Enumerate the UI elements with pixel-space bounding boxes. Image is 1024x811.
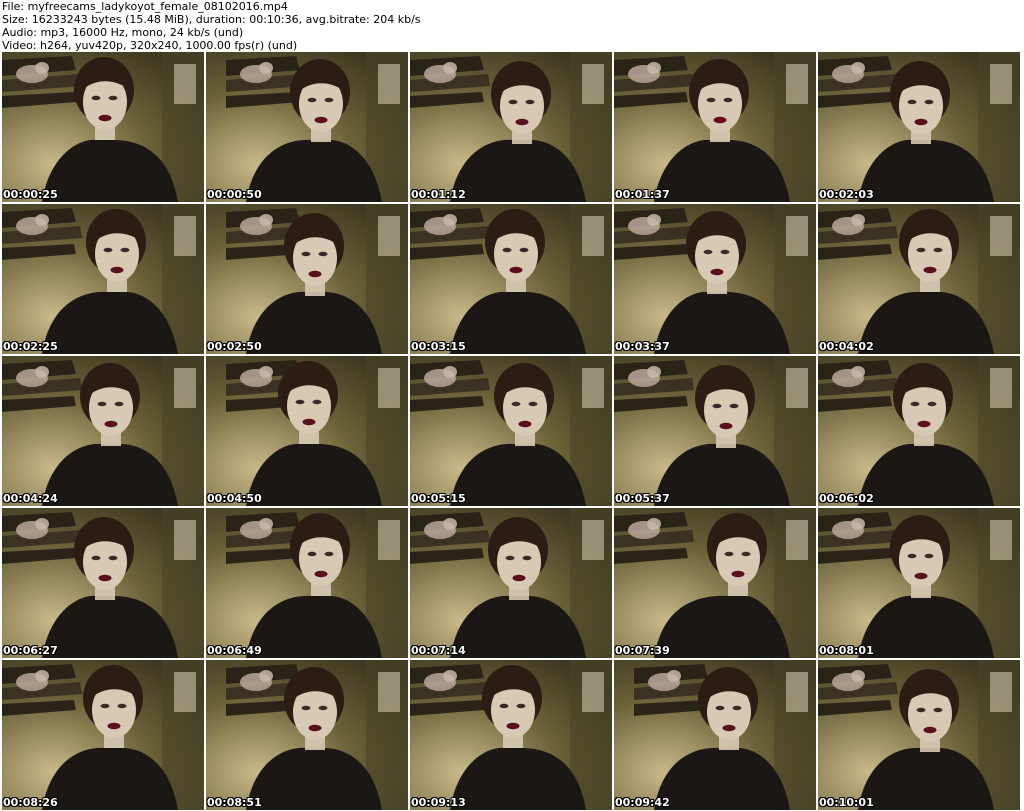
video-thumbnail: 00:04:02 bbox=[818, 204, 1020, 354]
frame-image bbox=[2, 52, 204, 202]
frame-image bbox=[818, 508, 1020, 658]
video-thumbnail: 00:09:13 bbox=[410, 660, 612, 810]
file-name-line: File: myfreecams_ladykoyot_female_081020… bbox=[2, 0, 288, 13]
video-thumbnail: 00:00:50 bbox=[206, 52, 408, 202]
timestamp-label: 00:08:01 bbox=[819, 644, 874, 657]
frame-image bbox=[206, 660, 408, 810]
frame-image bbox=[206, 356, 408, 506]
frame-image bbox=[818, 660, 1020, 810]
video-thumbnail: 00:06:02 bbox=[818, 356, 1020, 506]
video-thumbnail: 00:01:12 bbox=[410, 52, 612, 202]
video-thumbnail: 00:08:26 bbox=[2, 660, 204, 810]
frame-image bbox=[2, 356, 204, 506]
frame-image bbox=[2, 508, 204, 658]
frame-image bbox=[410, 508, 612, 658]
video-thumbnail: 00:04:24 bbox=[2, 356, 204, 506]
timestamp-label: 00:00:50 bbox=[207, 188, 262, 201]
video-thumbnail: 00:02:50 bbox=[206, 204, 408, 354]
video-thumbnail: 00:08:51 bbox=[206, 660, 408, 810]
frame-image bbox=[206, 204, 408, 354]
frame-image bbox=[410, 52, 612, 202]
video-thumbnail: 00:05:15 bbox=[410, 356, 612, 506]
timestamp-label: 00:02:03 bbox=[819, 188, 874, 201]
video-thumbnail: 00:03:37 bbox=[614, 204, 816, 354]
timestamp-label: 00:10:01 bbox=[819, 796, 874, 809]
video-thumbnail: 00:04:50 bbox=[206, 356, 408, 506]
video-thumbnail: 00:01:37 bbox=[614, 52, 816, 202]
frame-image bbox=[206, 52, 408, 202]
video-thumbnail: 00:09:42 bbox=[614, 660, 816, 810]
video-thumbnail: 00:05:37 bbox=[614, 356, 816, 506]
size-duration-line: Size: 16233243 bytes (15.48 MiB), durati… bbox=[2, 13, 421, 26]
frame-image bbox=[410, 660, 612, 810]
timestamp-label: 00:04:02 bbox=[819, 340, 874, 353]
frame-image bbox=[410, 204, 612, 354]
timestamp-label: 00:01:12 bbox=[411, 188, 466, 201]
audio-info-line: Audio: mp3, 16000 Hz, mono, 24 kb/s (und… bbox=[2, 26, 244, 39]
timestamp-label: 00:08:51 bbox=[207, 796, 262, 809]
frame-image bbox=[206, 508, 408, 658]
video-thumbnail: 00:02:25 bbox=[2, 204, 204, 354]
video-thumbnail: 00:03:15 bbox=[410, 204, 612, 354]
frame-image bbox=[2, 660, 204, 810]
timestamp-label: 00:07:39 bbox=[615, 644, 670, 657]
thumbnail-grid: 00:00:25 00:00:50 00:01:12 00:01:37 00:0… bbox=[2, 52, 1022, 811]
frame-image bbox=[614, 508, 816, 658]
frame-image bbox=[818, 356, 1020, 506]
timestamp-label: 00:02:50 bbox=[207, 340, 262, 353]
frame-image bbox=[614, 660, 816, 810]
frame-image bbox=[614, 204, 816, 354]
video-thumbnail: 00:06:27 bbox=[2, 508, 204, 658]
timestamp-label: 00:03:15 bbox=[411, 340, 466, 353]
timestamp-label: 00:09:13 bbox=[411, 796, 466, 809]
timestamp-label: 00:06:27 bbox=[3, 644, 58, 657]
timestamp-label: 00:06:02 bbox=[819, 492, 874, 505]
timestamp-label: 00:01:37 bbox=[615, 188, 670, 201]
video-thumbnail: 00:06:49 bbox=[206, 508, 408, 658]
file-info-header: File: myfreecams_ladykoyot_female_081020… bbox=[2, 0, 1022, 52]
video-thumbnail: 00:07:14 bbox=[410, 508, 612, 658]
timestamp-label: 00:08:26 bbox=[3, 796, 58, 809]
timestamp-label: 00:00:25 bbox=[3, 188, 58, 201]
timestamp-label: 00:05:15 bbox=[411, 492, 466, 505]
timestamp-label: 00:04:50 bbox=[207, 492, 262, 505]
timestamp-label: 00:04:24 bbox=[3, 492, 58, 505]
video-thumbnail: 00:07:39 bbox=[614, 508, 816, 658]
frame-image bbox=[614, 52, 816, 202]
timestamp-label: 00:02:25 bbox=[3, 340, 58, 353]
video-thumbnail: 00:08:01 bbox=[818, 508, 1020, 658]
timestamp-label: 00:09:42 bbox=[615, 796, 670, 809]
video-info-line: Video: h264, yuv420p, 320x240, 1000.00 f… bbox=[2, 39, 298, 52]
frame-image bbox=[2, 204, 204, 354]
frame-image bbox=[818, 52, 1020, 202]
timestamp-label: 00:03:37 bbox=[615, 340, 670, 353]
timestamp-label: 00:06:49 bbox=[207, 644, 262, 657]
video-thumbnail: 00:02:03 bbox=[818, 52, 1020, 202]
timestamp-label: 00:07:14 bbox=[411, 644, 466, 657]
frame-image bbox=[818, 204, 1020, 354]
video-thumbnail: 00:00:25 bbox=[2, 52, 204, 202]
frame-image bbox=[410, 356, 612, 506]
video-thumbnail: 00:10:01 bbox=[818, 660, 1020, 810]
frame-image bbox=[614, 356, 816, 506]
timestamp-label: 00:05:37 bbox=[615, 492, 670, 505]
